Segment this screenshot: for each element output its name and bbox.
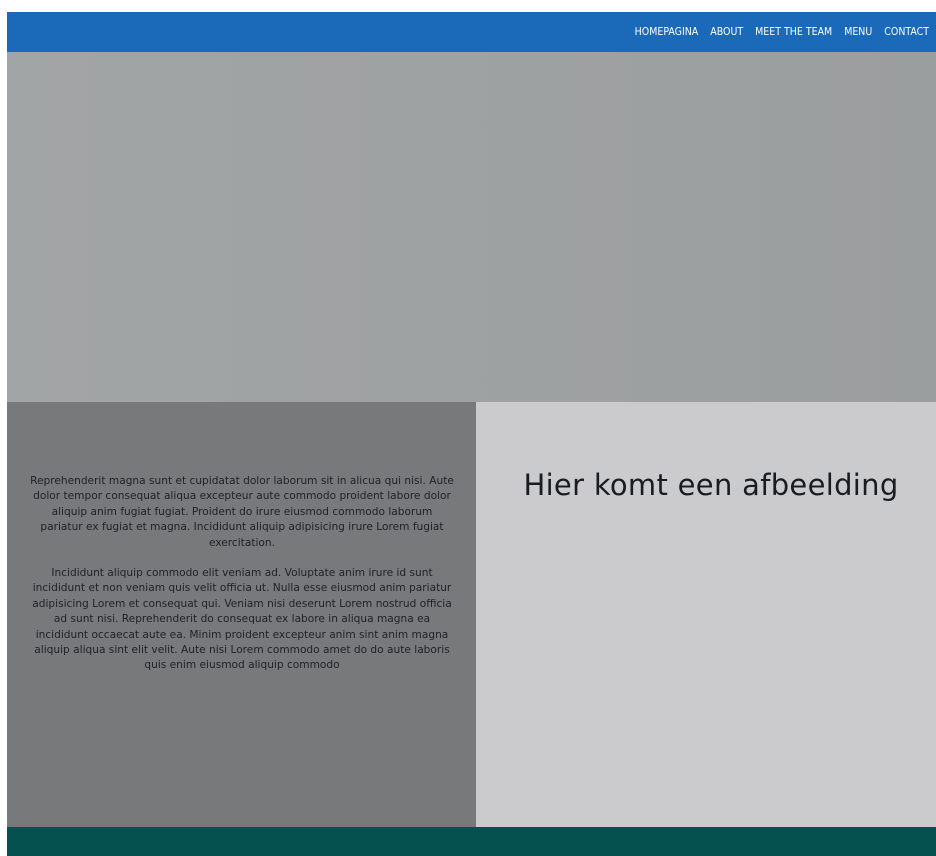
nav-link-about[interactable]: ABOUT bbox=[710, 12, 743, 52]
paragraph-2: Incididunt aliquip commodo elit veniam a… bbox=[32, 567, 452, 672]
nav-link-meet-the-team[interactable]: MEET THE TEAM bbox=[755, 12, 832, 52]
nav-link-menu[interactable]: MENU bbox=[844, 12, 872, 52]
image-placeholder-text: Hier komt een afbeelding bbox=[523, 468, 899, 502]
page: HOMEPAGINA ABOUT MEET THE TEAM MENU CONT… bbox=[0, 0, 936, 856]
footer bbox=[7, 827, 936, 856]
text-content: Reprehenderit magna sunt et cupidatat do… bbox=[29, 474, 455, 689]
nav-link-homepagina[interactable]: HOMEPAGINA bbox=[635, 12, 699, 52]
navbar: HOMEPAGINA ABOUT MEET THE TEAM MENU CONT… bbox=[7, 12, 936, 52]
hero-banner bbox=[7, 52, 936, 402]
nav-link-contact[interactable]: CONTACT bbox=[884, 12, 929, 52]
text-section: Reprehenderit magna sunt et cupidatat do… bbox=[7, 402, 476, 827]
image-section: Hier komt een afbeelding bbox=[476, 402, 936, 827]
nav-menu: HOMEPAGINA ABOUT MEET THE TEAM MENU CONT… bbox=[623, 12, 929, 52]
paragraph-1: Reprehenderit magna sunt et cupidatat do… bbox=[30, 475, 454, 549]
